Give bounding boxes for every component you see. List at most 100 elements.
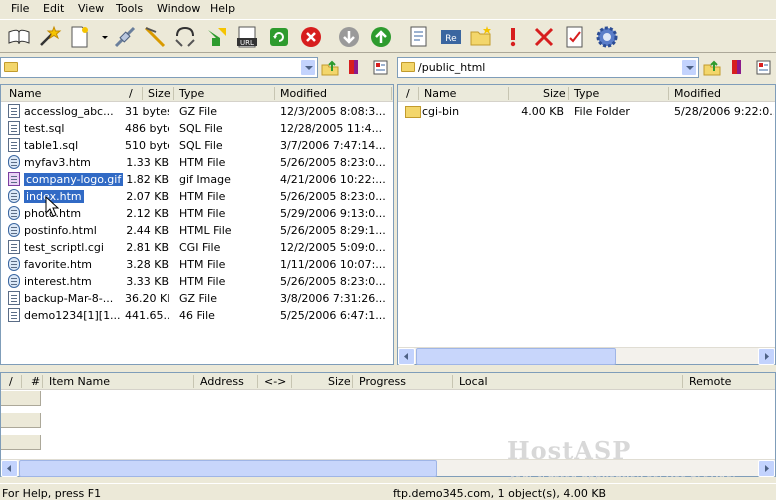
- menu-window[interactable]: Window: [157, 2, 200, 15]
- connect-icon[interactable]: [112, 24, 138, 50]
- file-name[interactable]: cgi-bin: [422, 105, 459, 118]
- up-arrow-icon[interactable]: [368, 24, 394, 50]
- exclamation-icon[interactable]: [500, 24, 526, 50]
- file-name[interactable]: favorite.htm: [24, 258, 92, 271]
- remote-path-combo[interactable]: /public_html: [397, 57, 699, 78]
- scroll-left-icon[interactable]: [398, 348, 415, 365]
- table-row[interactable]: interest.htm 3.33 KB HTM File 5/26/2005 8:2…: [1, 273, 393, 290]
- disconnect-icon[interactable]: [142, 24, 168, 50]
- magic-wand-icon[interactable]: [36, 24, 62, 50]
- table-row[interactable]: cgi-bin 4.00 KB File Folder 5/28/2006 9:22:…: [398, 103, 775, 120]
- file-name[interactable]: postinfo.html: [24, 224, 97, 237]
- folder-view-icon[interactable]: [370, 57, 390, 77]
- remote-horizontal-scrollbar[interactable]: [398, 347, 775, 365]
- menu-edit[interactable]: Edit: [43, 2, 64, 15]
- local-path-combo[interactable]: [0, 57, 318, 78]
- file-name[interactable]: test.sql: [24, 122, 64, 135]
- file-size: 441.65...: [125, 309, 169, 322]
- properties-icon[interactable]: [406, 24, 432, 50]
- file-name[interactable]: myfav3.htm: [24, 156, 91, 169]
- file-icon: [8, 274, 20, 288]
- scroll-thumb[interactable]: [19, 460, 437, 477]
- file-type: GZ File: [179, 292, 217, 305]
- transfer-queue[interactable]: / # Item Name Address <-> Size Progress …: [0, 372, 776, 480]
- scroll-left-icon[interactable]: [1, 460, 18, 477]
- col-name[interactable]: Name: [424, 87, 456, 100]
- new-folder-icon[interactable]: [468, 24, 494, 50]
- file-name[interactable]: test_scriptl.cgi: [24, 241, 104, 254]
- rename-icon[interactable]: Re: [438, 24, 464, 50]
- up-folder-icon[interactable]: [702, 57, 722, 77]
- col-modified[interactable]: Modified: [280, 87, 327, 100]
- file-name[interactable]: table1.sql: [24, 139, 78, 152]
- file-name[interactable]: company-logo.gif: [24, 173, 124, 186]
- menu-file[interactable]: File: [11, 2, 29, 15]
- col-address[interactable]: Address: [200, 375, 244, 388]
- col-type[interactable]: Type: [179, 87, 204, 100]
- col-size[interactable]: Size: [543, 87, 566, 100]
- col-sort[interactable]: /: [129, 87, 133, 100]
- col-sort[interactable]: /: [406, 87, 410, 100]
- stop-icon[interactable]: [298, 24, 324, 50]
- scroll-thumb[interactable]: [416, 348, 616, 365]
- col-progress[interactable]: Progress: [359, 375, 406, 388]
- bookmark-icon[interactable]: [344, 57, 364, 77]
- new-dropdown-icon[interactable]: [92, 24, 108, 50]
- col-size[interactable]: Size: [148, 87, 171, 100]
- file-size: 4.00 KB: [521, 105, 564, 118]
- queue-horizontal-scrollbar[interactable]: [1, 459, 775, 477]
- table-row[interactable]: postinfo.html 2.44 KB HTML File 5/26/2005 8…: [1, 222, 393, 239]
- chevron-down-icon[interactable]: [681, 59, 697, 76]
- folder-icon: [4, 62, 18, 72]
- col-item-name[interactable]: Item Name: [49, 375, 110, 388]
- col-remote[interactable]: Remote: [689, 375, 731, 388]
- col-sort[interactable]: /: [9, 375, 13, 388]
- refresh-icon[interactable]: [266, 24, 292, 50]
- settings-icon[interactable]: [594, 24, 620, 50]
- table-row[interactable]: company-logo.gif 1.82 KB gif Image 4/21/200…: [1, 171, 393, 188]
- table-row[interactable]: myfav3.htm 1.33 KB HTM File 5/26/2005 8:23:…: [1, 154, 393, 171]
- chevron-down-icon[interactable]: [300, 59, 316, 76]
- table-row[interactable]: accesslog_abc... 31 bytes GZ File 12/3/2005…: [1, 103, 393, 120]
- menu-view[interactable]: View: [78, 2, 104, 15]
- wizard-book-icon[interactable]: [6, 24, 32, 50]
- table-row[interactable]: test_scriptl.cgi 2.81 KB CGI File 12/2/2005…: [1, 239, 393, 256]
- scroll-right-icon[interactable]: [758, 348, 775, 365]
- remote-file-list[interactable]: / Name Size Type Modified cgi-bin 4.00 KB…: [397, 84, 776, 365]
- file-name[interactable]: accesslog_abc...: [24, 105, 114, 118]
- file-type: HTM File: [179, 275, 226, 288]
- table-row[interactable]: table1.sql 510 bytes SQL File 3/7/2006 7:47…: [1, 137, 393, 154]
- delete-icon[interactable]: [531, 24, 557, 50]
- reconnect-icon[interactable]: [172, 24, 198, 50]
- col-modified[interactable]: Modified: [674, 87, 721, 100]
- file-name[interactable]: interest.htm: [24, 275, 92, 288]
- toolbar: URL Re: [0, 19, 776, 53]
- edit-icon[interactable]: [562, 24, 588, 50]
- up-folder-icon[interactable]: [320, 57, 340, 77]
- col-name[interactable]: Name: [9, 87, 41, 100]
- table-row[interactable]: test.sql 486 bytes SQL File 12/28/2005 11:4…: [1, 120, 393, 137]
- file-name[interactable]: demo1234[1][1...: [24, 309, 121, 322]
- download-icon[interactable]: [204, 24, 230, 50]
- local-file-list[interactable]: Name / Size Type Modified accesslog_abc.…: [0, 84, 394, 365]
- col-size[interactable]: Size: [328, 375, 351, 388]
- menu-tools[interactable]: Tools: [116, 2, 143, 15]
- file-icon: [8, 206, 20, 220]
- col-direction[interactable]: <->: [264, 375, 286, 388]
- file-type: HTM File: [179, 207, 226, 220]
- folder-view-icon[interactable]: [753, 57, 773, 77]
- table-row[interactable]: backup-Mar-8-... 36.20 KB GZ File 3/8/2006 …: [1, 290, 393, 307]
- file-type: gif Image: [179, 173, 231, 186]
- down-arrow-icon[interactable]: [336, 24, 362, 50]
- new-file-icon[interactable]: [66, 24, 92, 50]
- scroll-right-icon[interactable]: [758, 460, 775, 477]
- bookmark-icon[interactable]: [727, 57, 747, 77]
- col-local[interactable]: Local: [459, 375, 488, 388]
- table-row[interactable]: demo1234[1][1... 441.65... 46 File 5/25/200…: [1, 307, 393, 324]
- url-icon[interactable]: URL: [234, 24, 260, 50]
- col-num[interactable]: #: [31, 375, 40, 388]
- table-row[interactable]: favorite.htm 3.28 KB HTM File 1/11/2006 10:…: [1, 256, 393, 273]
- file-name[interactable]: backup-Mar-8-...: [24, 292, 113, 305]
- col-type[interactable]: Type: [574, 87, 599, 100]
- menu-help[interactable]: Help: [210, 2, 235, 15]
